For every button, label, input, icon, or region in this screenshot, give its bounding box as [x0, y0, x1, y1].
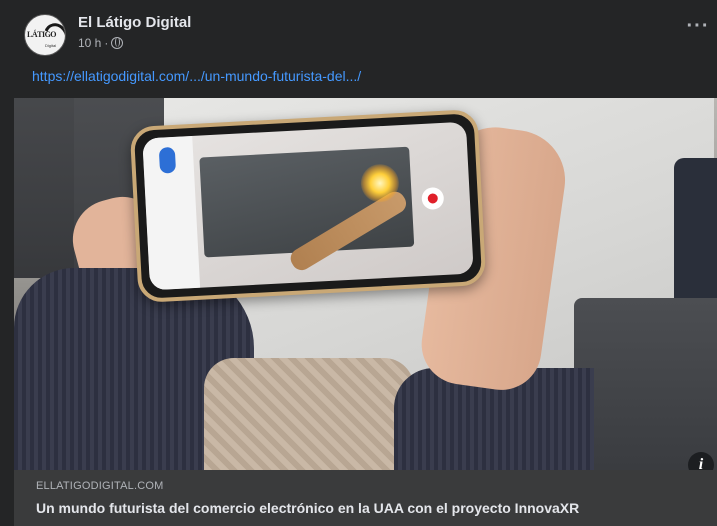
screen-arm — [286, 188, 410, 274]
link-headline[interactable]: Un mundo futurista del comercio electrón… — [36, 500, 579, 516]
post-link[interactable]: https://ellatigodigital.com/.../un-mundo… — [32, 68, 361, 84]
link-domain: ELLATIGODIGITAL.COM — [36, 480, 164, 492]
more-options-button[interactable]: ··· — [684, 16, 712, 40]
meta-separator: · — [104, 36, 109, 50]
facebook-post: LÁTIGO Digital El Látigo Digital 10 h · … — [0, 0, 717, 526]
whip-logo-icon — [39, 19, 65, 55]
page-avatar[interactable]: LÁTIGO Digital — [24, 14, 66, 56]
record-icon — [421, 186, 445, 211]
photo-chair-right — [574, 298, 717, 470]
page-name-link[interactable]: El Látigo Digital — [78, 14, 191, 31]
avatar-logo-sub: Digital — [45, 43, 57, 48]
post-timestamp[interactable]: 10 h — [78, 36, 101, 50]
screen-toggle-icon — [158, 146, 177, 174]
photo-phone — [129, 109, 487, 303]
screen-sidebar — [142, 135, 201, 291]
post-meta: 10 h · — [78, 36, 124, 50]
photo-fabric — [204, 358, 414, 470]
link-preview-caption[interactable]: ELLATIGODIGITAL.COM Un mundo futurista d… — [14, 470, 717, 526]
post-header: LÁTIGO Digital El Látigo Digital 10 h · … — [0, 0, 717, 62]
link-preview-image[interactable]: i — [14, 98, 717, 470]
phone-screen — [142, 121, 474, 291]
globe-icon — [111, 37, 124, 49]
